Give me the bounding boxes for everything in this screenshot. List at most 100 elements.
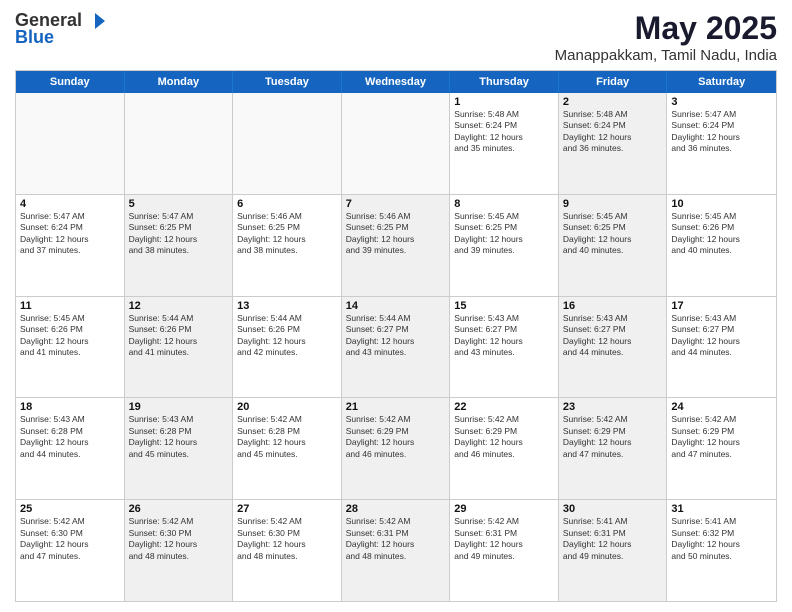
cell-info: Sunrise: 5:48 AMSunset: 6:24 PMDaylight:… xyxy=(563,109,663,155)
logo-blue-text: Blue xyxy=(15,27,54,48)
title-block: May 2025 Manappakkam, Tamil Nadu, India xyxy=(555,10,777,64)
month-title: May 2025 xyxy=(555,10,777,47)
header-day-wednesday: Wednesday xyxy=(342,71,451,93)
day-number: 9 xyxy=(563,198,663,210)
day-number: 7 xyxy=(346,198,446,210)
header-day-saturday: Saturday xyxy=(667,71,776,93)
day-number: 15 xyxy=(454,300,554,312)
location: Manappakkam, Tamil Nadu, India xyxy=(555,47,777,64)
week-row-2: 11Sunrise: 5:45 AMSunset: 6:26 PMDayligh… xyxy=(16,297,776,399)
cal-cell: 21Sunrise: 5:42 AMSunset: 6:29 PMDayligh… xyxy=(342,398,451,499)
day-number: 1 xyxy=(454,96,554,108)
cal-cell xyxy=(342,93,451,194)
cal-cell: 3Sunrise: 5:47 AMSunset: 6:24 PMDaylight… xyxy=(667,93,776,194)
header-day-monday: Monday xyxy=(125,71,234,93)
day-number: 14 xyxy=(346,300,446,312)
header-day-tuesday: Tuesday xyxy=(233,71,342,93)
day-number: 21 xyxy=(346,401,446,413)
cal-cell: 30Sunrise: 5:41 AMSunset: 6:31 PMDayligh… xyxy=(559,500,668,601)
day-number: 17 xyxy=(671,300,772,312)
calendar-header: SundayMondayTuesdayWednesdayThursdayFrid… xyxy=(16,71,776,93)
cal-cell: 1Sunrise: 5:48 AMSunset: 6:24 PMDaylight… xyxy=(450,93,559,194)
day-number: 29 xyxy=(454,503,554,515)
cell-info: Sunrise: 5:41 AMSunset: 6:31 PMDaylight:… xyxy=(563,516,663,562)
cal-cell: 13Sunrise: 5:44 AMSunset: 6:26 PMDayligh… xyxy=(233,297,342,398)
cell-info: Sunrise: 5:42 AMSunset: 6:30 PMDaylight:… xyxy=(129,516,229,562)
cell-info: Sunrise: 5:45 AMSunset: 6:25 PMDaylight:… xyxy=(563,211,663,257)
day-number: 13 xyxy=(237,300,337,312)
day-number: 5 xyxy=(129,198,229,210)
day-number: 11 xyxy=(20,300,120,312)
cal-cell: 5Sunrise: 5:47 AMSunset: 6:25 PMDaylight… xyxy=(125,195,234,296)
day-number: 16 xyxy=(563,300,663,312)
day-number: 12 xyxy=(129,300,229,312)
calendar: SundayMondayTuesdayWednesdayThursdayFrid… xyxy=(15,70,777,602)
logo: General Blue xyxy=(15,10,108,48)
cal-cell: 15Sunrise: 5:43 AMSunset: 6:27 PMDayligh… xyxy=(450,297,559,398)
week-row-3: 18 Sunrise: 5:43 AMSunset: 6:28 PMDayligh… xyxy=(16,398,776,500)
cal-cell: 10Sunrise: 5:45 AMSunset: 6:26 PMDayligh… xyxy=(667,195,776,296)
cell-info: Sunrise: 5:43 AMSunset: 6:28 PMDaylight:… xyxy=(129,414,229,460)
cell-info: Sunrise: 5:46 AMSunset: 6:25 PMDaylight:… xyxy=(237,211,337,257)
cal-cell: 28Sunrise: 5:42 AMSunset: 6:31 PMDayligh… xyxy=(342,500,451,601)
calendar-body: 1Sunrise: 5:48 AMSunset: 6:24 PMDaylight… xyxy=(16,93,776,601)
day-number: 4 xyxy=(20,198,120,210)
day-number: 2 xyxy=(563,96,663,108)
cal-cell: 11Sunrise: 5:45 AMSunset: 6:26 PMDayligh… xyxy=(16,297,125,398)
cell-info: Sunrise: 5:42 AMSunset: 6:29 PMDaylight:… xyxy=(671,414,772,460)
day-number: 24 xyxy=(671,401,772,413)
day-number: 20 xyxy=(237,401,337,413)
header-day-sunday: Sunday xyxy=(16,71,125,93)
cal-cell: 8Sunrise: 5:45 AMSunset: 6:25 PMDaylight… xyxy=(450,195,559,296)
day-number: 18 xyxy=(20,401,120,413)
day-number: 27 xyxy=(237,503,337,515)
header: General Blue May 2025 Manappakkam, Tamil… xyxy=(15,10,777,64)
cal-cell: 29Sunrise: 5:42 AMSunset: 6:31 PMDayligh… xyxy=(450,500,559,601)
cal-cell: 18Sunrise: 5:43 AMSunset: 6:28 PMDayligh… xyxy=(16,398,125,499)
header-day-friday: Friday xyxy=(559,71,668,93)
cal-cell: 27Sunrise: 5:42 AMSunset: 6:30 PMDayligh… xyxy=(233,500,342,601)
day-number: 30 xyxy=(563,503,663,515)
cal-cell: 2Sunrise: 5:48 AMSunset: 6:24 PMDaylight… xyxy=(559,93,668,194)
cell-info: Sunrise: 5:45 AMSunset: 6:26 PMDaylight:… xyxy=(671,211,772,257)
cell-info: Sunrise: 5:45 AMSunset: 6:25 PMDaylight:… xyxy=(454,211,554,257)
logo-flag-icon xyxy=(84,12,106,30)
page: General Blue May 2025 Manappakkam, Tamil… xyxy=(0,0,792,612)
cal-cell xyxy=(16,93,125,194)
cell-info: Sunrise: 5:42 AMSunset: 6:31 PMDaylight:… xyxy=(454,516,554,562)
week-row-0: 1Sunrise: 5:48 AMSunset: 6:24 PMDaylight… xyxy=(16,93,776,195)
cell-info: Sunrise: 5:42 AMSunset: 6:30 PMDaylight:… xyxy=(20,516,120,562)
week-row-1: 4Sunrise: 5:47 AMSunset: 6:24 PMDaylight… xyxy=(16,195,776,297)
cal-cell: 19Sunrise: 5:43 AMSunset: 6:28 PMDayligh… xyxy=(125,398,234,499)
cal-cell: 7Sunrise: 5:46 AMSunset: 6:25 PMDaylight… xyxy=(342,195,451,296)
header-day-thursday: Thursday xyxy=(450,71,559,93)
cell-info: Sunrise: 5:42 AMSunset: 6:29 PMDaylight:… xyxy=(454,414,554,460)
cell-info: Sunrise: 5:48 AMSunset: 6:24 PMDaylight:… xyxy=(454,109,554,155)
cal-cell: 20Sunrise: 5:42 AMSunset: 6:28 PMDayligh… xyxy=(233,398,342,499)
cell-info: Sunrise: 5:47 AMSunset: 6:24 PMDaylight:… xyxy=(20,211,120,257)
cal-cell xyxy=(125,93,234,194)
cell-info: Sunrise: 5:42 AMSunset: 6:29 PMDaylight:… xyxy=(346,414,446,460)
week-row-4: 25Sunrise: 5:42 AMSunset: 6:30 PMDayligh… xyxy=(16,500,776,601)
day-number: 26 xyxy=(129,503,229,515)
day-number: 10 xyxy=(671,198,772,210)
cal-cell: 23Sunrise: 5:42 AMSunset: 6:29 PMDayligh… xyxy=(559,398,668,499)
cal-cell: 6Sunrise: 5:46 AMSunset: 6:25 PMDaylight… xyxy=(233,195,342,296)
cal-cell: 31Sunrise: 5:41 AMSunset: 6:32 PMDayligh… xyxy=(667,500,776,601)
day-number: 3 xyxy=(671,96,772,108)
day-number: 31 xyxy=(671,503,772,515)
cell-info: Sunrise: 5:43 AMSunset: 6:27 PMDaylight:… xyxy=(454,313,554,359)
cell-info: Sunrise: 5:42 AMSunset: 6:28 PMDaylight:… xyxy=(237,414,337,460)
cell-info: Sunrise: 5:42 AMSunset: 6:30 PMDaylight:… xyxy=(237,516,337,562)
day-number: 8 xyxy=(454,198,554,210)
day-number: 23 xyxy=(563,401,663,413)
cell-info: Sunrise: 5:42 AMSunset: 6:31 PMDaylight:… xyxy=(346,516,446,562)
cell-info: Sunrise: 5:44 AMSunset: 6:26 PMDaylight:… xyxy=(129,313,229,359)
cal-cell: 12Sunrise: 5:44 AMSunset: 6:26 PMDayligh… xyxy=(125,297,234,398)
cal-cell: 9Sunrise: 5:45 AMSunset: 6:25 PMDaylight… xyxy=(559,195,668,296)
day-number: 6 xyxy=(237,198,337,210)
cal-cell: 16Sunrise: 5:43 AMSunset: 6:27 PMDayligh… xyxy=(559,297,668,398)
cell-info: Sunrise: 5:47 AMSunset: 6:25 PMDaylight:… xyxy=(129,211,229,257)
day-number: 25 xyxy=(20,503,120,515)
day-number: 22 xyxy=(454,401,554,413)
